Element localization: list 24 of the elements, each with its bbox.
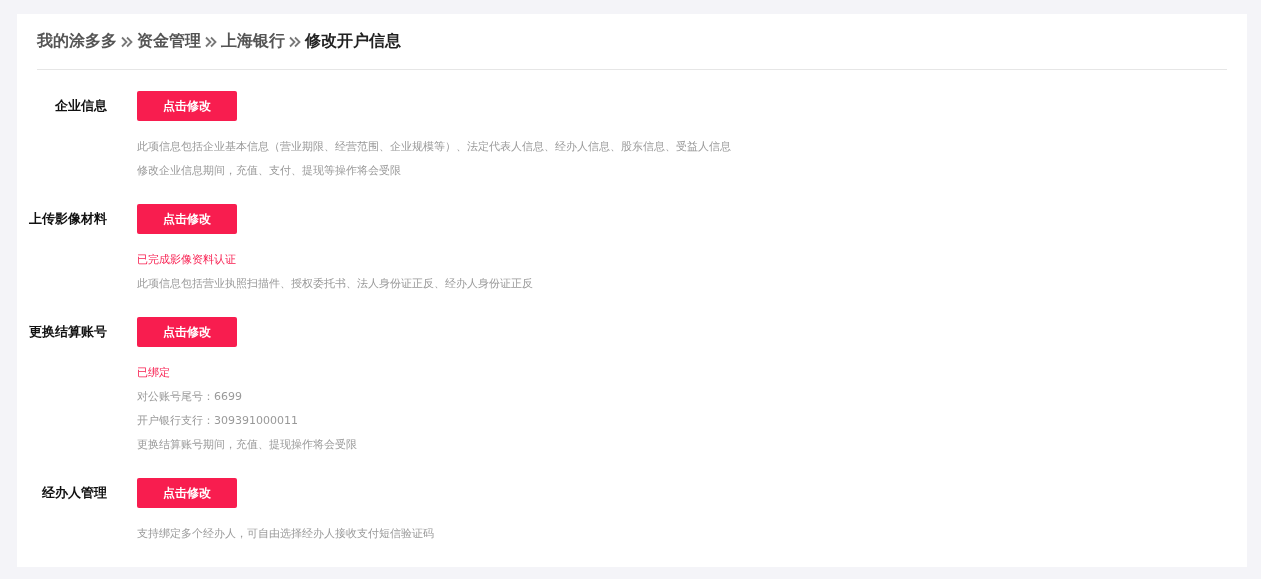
status-text: 已完成影像资料认证 — [137, 252, 237, 268]
info-text: 支持绑定多个经办人，可自由选择经办人接收支付短信验证码 — [137, 526, 435, 542]
double-chevron-icon — [205, 35, 217, 48]
info-text: 修改企业信息期间，充值、支付、提现等操作将会受限 — [137, 163, 402, 179]
info-text: 开户银行支行：309391000011 — [137, 413, 299, 429]
info-text: 对公账号尾号：6699 — [137, 389, 243, 405]
status-text: 已绑定 — [137, 365, 171, 381]
edit-button[interactable]: 点击修改 — [137, 91, 237, 121]
breadcrumb-item[interactable]: 上海银行 — [221, 31, 285, 52]
section-label: 经办人管理 — [41, 484, 107, 502]
double-chevron-icon — [289, 35, 301, 48]
info-text: 更换结算账号期间，充值、提现操作将会受限 — [137, 437, 358, 453]
edit-button[interactable]: 点击修改 — [137, 478, 237, 508]
info-text: 此项信息包括营业执照扫描件、授权委托书、法人身份证正反、经办人身份证正反 — [137, 276, 534, 292]
double-chevron-icon — [121, 35, 133, 48]
edit-button[interactable]: 点击修改 — [137, 204, 237, 234]
section-label: 上传影像材料 — [28, 210, 107, 228]
section-label: 更换结算账号 — [28, 323, 107, 341]
edit-button[interactable]: 点击修改 — [137, 317, 237, 347]
breadcrumb-item[interactable]: 资金管理 — [137, 31, 201, 52]
breadcrumb-item: 修改开户信息 — [305, 31, 401, 52]
breadcrumb-item[interactable]: 我的涂多多 — [37, 31, 117, 52]
section-label: 企业信息 — [54, 97, 107, 115]
info-text: 此项信息包括企业基本信息（营业期限、经营范围、企业规模等）、法定代表人信息、经办人信息、股东信息、受益人信息 — [137, 139, 732, 155]
